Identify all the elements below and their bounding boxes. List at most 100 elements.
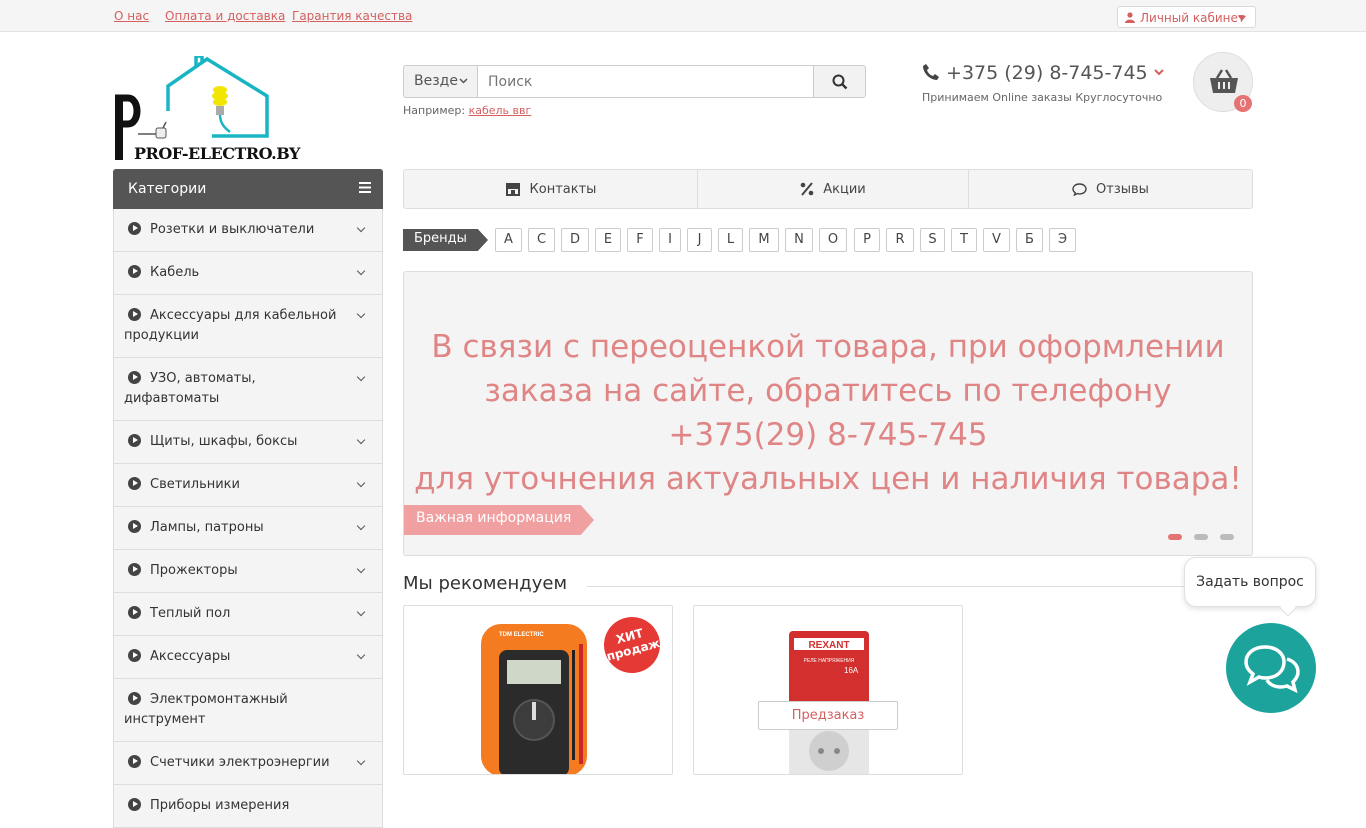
chevron-down-icon	[1153, 69, 1164, 76]
category-label: Приборы измерения	[150, 798, 290, 813]
tab-contacts[interactable]: Контакты	[404, 170, 698, 208]
brand-letter-c[interactable]: C	[528, 228, 555, 252]
search-icon	[832, 74, 848, 90]
category-label: Кабель	[150, 265, 200, 280]
category-item-luminaires[interactable]: Светильники	[114, 464, 382, 507]
category-item-floor-heating[interactable]: Теплый пол	[114, 593, 382, 636]
chevron-down-icon[interactable]	[356, 564, 366, 574]
category-label: Аксессуары для кабельной продукции	[124, 308, 337, 343]
slider-dot[interactable]	[1220, 534, 1234, 540]
announcement-banner[interactable]: В связи с переоценкой товара, при оформл…	[403, 271, 1253, 556]
chevron-down-icon[interactable]	[356, 478, 366, 488]
chevron-down-icon[interactable]	[356, 223, 366, 233]
arrow-circle-icon	[128, 477, 141, 490]
category-label: Прожекторы	[150, 563, 238, 578]
brand-letter-e-cyr[interactable]: Э	[1049, 228, 1076, 252]
search-button[interactable]	[813, 65, 866, 98]
product-card-voltage-relay[interactable]: REXANT РЕЛЕ НАПРЯЖЕНИЯ 16A	[693, 605, 963, 775]
phone-number: +375 (29) 8-745-745	[946, 62, 1148, 84]
banner-line: +375(29) 8-745-745	[668, 417, 988, 453]
category-item-tools[interactable]: Электромонтажный инструмент	[114, 679, 382, 742]
category-item-breakers[interactable]: УЗО, автоматы, дифавтоматы	[114, 358, 382, 421]
arrow-circle-icon	[128, 371, 141, 384]
search-input[interactable]	[477, 65, 814, 98]
category-label: Электромонтажный инструмент	[124, 692, 288, 727]
banner-tag: Важная информация	[404, 505, 594, 535]
brand-letter-t[interactable]: T	[951, 228, 977, 252]
chat-widget-button[interactable]	[1226, 623, 1316, 713]
chevron-down-icon[interactable]	[356, 372, 366, 382]
ask-question-bubble[interactable]: Задать вопрос	[1184, 557, 1316, 607]
arrow-circle-icon	[128, 798, 141, 811]
store-icon	[505, 183, 520, 196]
brand-letter-be[interactable]: Б	[1016, 228, 1043, 252]
search-hint-prefix: Например:	[403, 104, 466, 117]
account-dropdown[interactable]: Личный кабинет	[1117, 6, 1256, 28]
arrow-circle-icon	[128, 222, 141, 235]
phone-block[interactable]: +375 (29) 8-745-745	[922, 62, 1164, 84]
category-item-floodlights[interactable]: Прожекторы	[114, 550, 382, 593]
brand-letter-l[interactable]: L	[718, 228, 743, 252]
category-item-cable-accessories[interactable]: Аксессуары для кабельной продукции	[114, 295, 382, 358]
slider-dot[interactable]	[1194, 534, 1208, 540]
category-label: Лампы, патроны	[150, 520, 264, 535]
comment-icon	[1072, 182, 1087, 196]
brand-letter-m[interactable]: M	[749, 228, 779, 252]
brand-letter-s[interactable]: S	[920, 228, 945, 252]
arrow-circle-icon	[128, 308, 141, 321]
tab-reviews[interactable]: Отзывы	[969, 170, 1252, 208]
arrow-circle-icon	[128, 520, 141, 533]
categories-header[interactable]: Категории	[113, 169, 383, 209]
category-item-sockets-switches[interactable]: Розетки и выключатели	[114, 209, 382, 252]
arrow-circle-icon	[128, 692, 141, 705]
chevron-down-icon	[459, 78, 468, 84]
recommend-title: Мы рекомендуем	[403, 573, 568, 594]
category-label: Аксессуары	[150, 649, 231, 664]
brand-letter-a[interactable]: A	[495, 228, 522, 252]
category-item-accessories[interactable]: Аксессуары	[114, 636, 382, 679]
brand-letter-o[interactable]: O	[819, 228, 847, 252]
brand-letter-v[interactable]: V	[983, 228, 1010, 252]
category-label: УЗО, автоматы, дифавтоматы	[124, 371, 256, 406]
preorder-button[interactable]: Предзаказ	[758, 701, 898, 730]
slider-dot-active[interactable]	[1168, 534, 1182, 540]
cart-count-badge: 0	[1234, 95, 1252, 112]
product-label-text: РЕЛЕ НАПРЯЖЕНИЯ	[804, 658, 855, 664]
banner-line: В связи с переоценкой товара, при оформл…	[431, 329, 1225, 365]
brand-letter-e[interactable]: E	[595, 228, 621, 252]
category-item-measuring[interactable]: Приборы измерения	[114, 785, 382, 828]
chevron-down-icon[interactable]	[356, 309, 366, 319]
chevron-down-icon[interactable]	[356, 607, 366, 617]
brand-letter-r[interactable]: R	[886, 228, 914, 252]
search-hint-example-link[interactable]: кабель ввг	[469, 104, 532, 117]
site-logo[interactable]: PROF-ELECTRO.BY	[112, 54, 300, 166]
payment-delivery-link[interactable]: Оплата и доставка	[165, 9, 285, 23]
arrow-circle-icon	[128, 265, 141, 278]
brand-letter-i[interactable]: I	[659, 228, 681, 252]
search-scope-dropdown[interactable]: Везде	[403, 65, 478, 98]
about-link[interactable]: О нас	[114, 9, 149, 23]
chevron-down-icon[interactable]	[356, 650, 366, 660]
product-rating-text: 16A	[844, 666, 859, 675]
brand-letter-j[interactable]: J	[687, 228, 712, 252]
search-hint: Например: кабель ввг	[403, 104, 531, 117]
user-icon	[1125, 12, 1135, 23]
brand-letter-p[interactable]: P	[854, 228, 880, 252]
category-item-enclosures[interactable]: Щиты, шкафы, боксы	[114, 421, 382, 464]
chevron-down-icon[interactable]	[356, 435, 366, 445]
search-scope-label: Везде	[414, 73, 458, 89]
brand-letter-d[interactable]: D	[561, 228, 589, 252]
chevron-down-icon[interactable]	[356, 266, 366, 276]
brand-letter-f[interactable]: F	[627, 228, 653, 252]
categories-title: Категории	[128, 181, 207, 197]
chevron-down-icon[interactable]	[356, 521, 366, 531]
brand-letter-n[interactable]: N	[785, 228, 813, 252]
arrow-circle-icon	[128, 755, 141, 768]
quality-guarantee-link[interactable]: Гарантия качества	[292, 9, 412, 23]
category-item-meters[interactable]: Счетчики электроэнергии	[114, 742, 382, 785]
tab-label: Отзывы	[1096, 181, 1149, 197]
tab-promotions[interactable]: Акции	[698, 170, 969, 208]
chevron-down-icon[interactable]	[356, 756, 366, 766]
category-item-lamps[interactable]: Лампы, патроны	[114, 507, 382, 550]
category-item-cable[interactable]: Кабель	[114, 252, 382, 295]
